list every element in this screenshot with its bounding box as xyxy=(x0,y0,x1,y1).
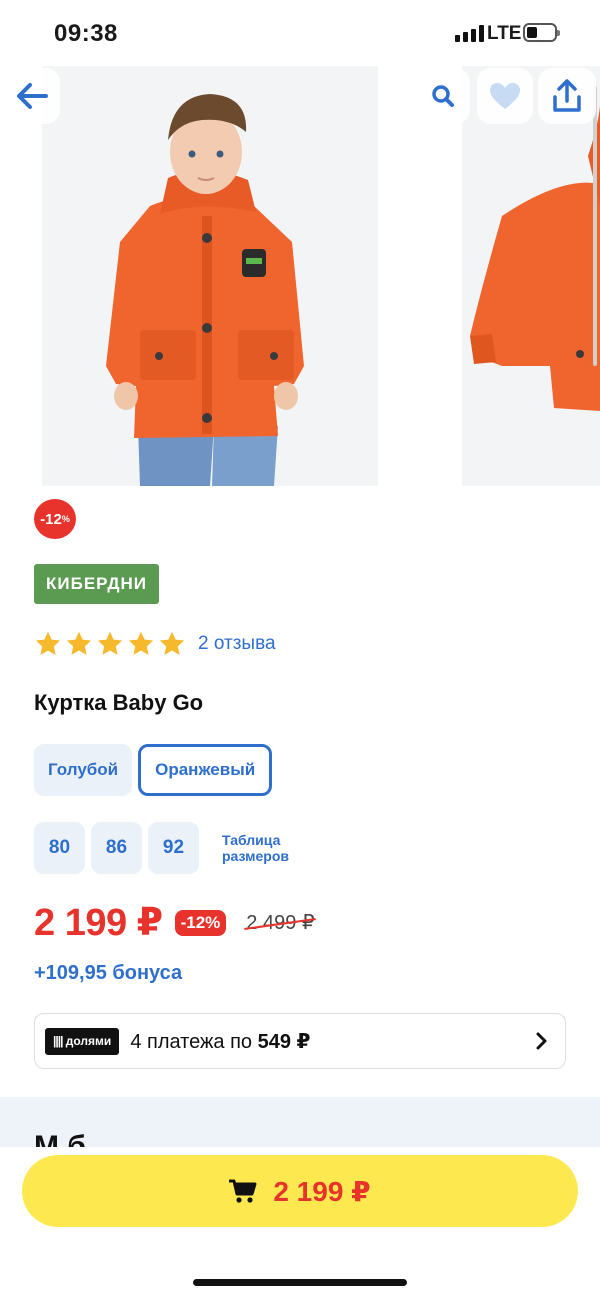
share-button[interactable] xyxy=(538,68,596,124)
gallery-scroll-indicator xyxy=(593,86,597,366)
arrow-left-icon xyxy=(17,83,48,109)
star-icon xyxy=(35,631,61,655)
search-icon xyxy=(432,85,454,107)
battery-icon xyxy=(523,23,560,42)
status-bar: 09:38 LTE xyxy=(0,0,600,66)
reviews-link[interactable]: 2 отзыва xyxy=(198,633,276,655)
status-time: 09:38 xyxy=(54,20,118,47)
size-table-link[interactable]: Таблица размеров xyxy=(222,832,312,864)
heart-icon xyxy=(490,83,520,109)
cart-icon xyxy=(229,1179,257,1203)
size-options: 80 86 92 Таблица размеров xyxy=(34,822,312,874)
size-option[interactable]: 80 xyxy=(34,822,85,874)
product-title: Куртка Baby Go xyxy=(34,690,204,715)
star-icon xyxy=(128,631,154,655)
old-price: 2 499 ₽ xyxy=(246,912,315,934)
installment-banner[interactable]: |||| долями 4 платежа по 549 ₽ xyxy=(34,1013,566,1069)
home-indicator xyxy=(193,1279,407,1286)
product-photo-second[interactable] xyxy=(462,66,600,486)
dolyami-bars-icon: |||| xyxy=(53,1033,63,1048)
dolyami-logo: |||| долями xyxy=(45,1027,120,1055)
price-row: 2 199 ₽ -12% 2 499 ₽ xyxy=(34,900,315,945)
favorite-button[interactable] xyxy=(477,68,533,124)
color-options: Голубой Оранжевый xyxy=(34,744,273,796)
star-icon xyxy=(159,631,185,655)
bonus-amount: +109,95 бонуса xyxy=(34,962,183,984)
discount-unit: % xyxy=(61,514,70,524)
chevron-right-icon xyxy=(536,1032,547,1050)
product-photo-main[interactable] xyxy=(42,66,378,486)
current-price: 2 199 ₽ xyxy=(34,902,163,944)
discount-badge: -12% xyxy=(34,499,76,539)
rating[interactable]: 2 отзыва xyxy=(34,630,276,658)
star-icon xyxy=(97,631,123,655)
product-gallery[interactable] xyxy=(0,66,600,486)
signal-icon xyxy=(455,25,484,42)
size-option[interactable]: 92 xyxy=(148,822,199,874)
color-option-orange[interactable]: Оранжевый xyxy=(138,744,273,796)
installment-prefix: 4 платежа по xyxy=(130,1030,253,1053)
size-option[interactable]: 86 xyxy=(91,822,142,874)
search-button[interactable] xyxy=(416,68,470,124)
network-label: LTE xyxy=(487,23,522,44)
discount-value: -12 xyxy=(40,510,62,528)
dolyami-logo-text: долями xyxy=(65,1033,112,1048)
installment-amount: 549 ₽ xyxy=(257,1030,311,1053)
price-discount-badge: -12% xyxy=(174,909,227,936)
color-option-blue[interactable]: Голубой xyxy=(34,744,133,796)
add-to-cart-button[interactable]: 2 199 ₽ xyxy=(22,1155,578,1227)
share-icon xyxy=(553,79,581,112)
installment-text: 4 платежа по 549 ₽ xyxy=(130,1029,310,1054)
back-button[interactable] xyxy=(4,68,60,124)
promo-badge[interactable]: КИБЕРДНИ xyxy=(34,564,160,604)
cart-button-price: 2 199 ₽ xyxy=(273,1175,371,1207)
star-icon xyxy=(66,631,92,655)
